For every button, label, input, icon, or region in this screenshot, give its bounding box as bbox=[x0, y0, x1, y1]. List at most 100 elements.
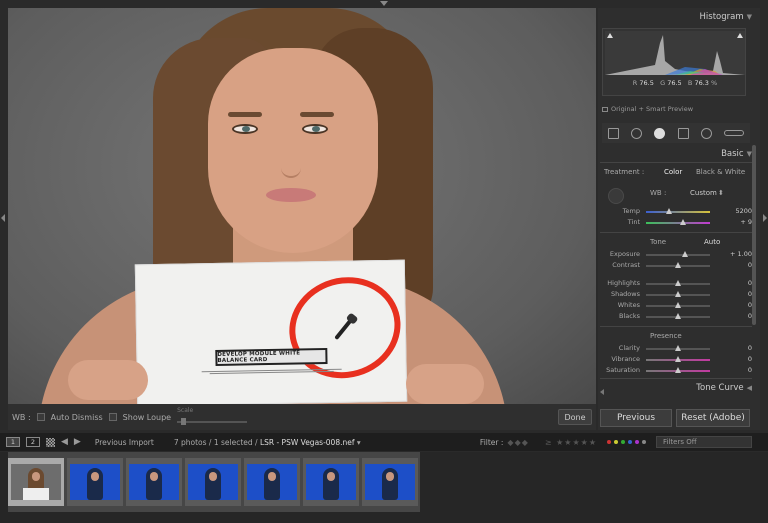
treatment-bw-option[interactable]: Black & White bbox=[696, 168, 745, 176]
red-eye-icon[interactable] bbox=[654, 127, 666, 139]
whites-thumb[interactable] bbox=[675, 302, 681, 308]
auto-dismiss-label[interactable]: Auto Dismiss bbox=[51, 413, 103, 422]
red-label-dot[interactable] bbox=[607, 440, 611, 444]
filmstrip-thumbnail[interactable] bbox=[244, 458, 300, 506]
whites-value[interactable]: 0 bbox=[722, 301, 752, 309]
top-panel-toggle-icon[interactable] bbox=[380, 1, 388, 6]
shadow-clipping-icon[interactable] bbox=[607, 33, 613, 38]
wb-preset-select[interactable]: Custom bbox=[690, 189, 717, 197]
grid-view-icon[interactable] bbox=[46, 437, 55, 447]
contrast-value[interactable]: 0 bbox=[722, 261, 752, 269]
back-arrow-icon[interactable]: ◀ bbox=[61, 437, 68, 447]
wb-eyedropper-icon[interactable] bbox=[608, 188, 624, 204]
vibrance-thumb[interactable] bbox=[675, 356, 681, 362]
radial-filter-icon[interactable] bbox=[700, 127, 712, 139]
filmstrip-thumbnail[interactable] bbox=[8, 458, 64, 506]
left-panel-toggle-icon[interactable] bbox=[1, 214, 5, 222]
basic-header[interactable]: Basic ▼ bbox=[721, 149, 752, 159]
auto-dismiss-checkbox[interactable] bbox=[36, 413, 45, 421]
yellow-label-dot[interactable] bbox=[614, 440, 618, 444]
contrast-slider-row[interactable]: Contrast 0 bbox=[598, 260, 758, 271]
filename-dropdown-icon[interactable]: ▾ bbox=[357, 438, 361, 447]
histogram-header[interactable]: Histogram ▼ bbox=[700, 12, 752, 22]
filmstrip-thumbnail[interactable] bbox=[126, 458, 182, 506]
blacks-slider-row[interactable]: Blacks 0 bbox=[598, 311, 758, 322]
tint-thumb[interactable] bbox=[680, 219, 686, 225]
scale-slider[interactable]: Scale bbox=[177, 407, 249, 427]
temp-track[interactable] bbox=[646, 211, 710, 213]
right-panel-toggle-icon[interactable] bbox=[763, 214, 767, 222]
filmstrip-thumbnail[interactable] bbox=[303, 458, 359, 506]
exposure-slider-row[interactable]: Exposure + 1.00 bbox=[598, 249, 758, 260]
scale-thumb[interactable] bbox=[181, 418, 187, 425]
vibrance-label: Vibrance bbox=[611, 355, 640, 363]
wb-select-arrow-icon[interactable]: ⬍ bbox=[718, 189, 724, 197]
show-loupe-label[interactable]: Show Loupe bbox=[123, 413, 171, 422]
exposure-track[interactable] bbox=[646, 254, 710, 256]
blacks-thumb[interactable] bbox=[675, 313, 681, 319]
shadows-thumb[interactable] bbox=[675, 291, 681, 297]
filmstrip-thumbnail[interactable] bbox=[185, 458, 241, 506]
done-button[interactable]: Done bbox=[558, 409, 592, 425]
exposure-thumb[interactable] bbox=[682, 251, 688, 257]
forward-arrow-icon[interactable]: ▶ bbox=[74, 437, 81, 447]
tint-label: Tint bbox=[627, 218, 640, 226]
filmstrip bbox=[0, 452, 768, 523]
panel-scroll-left-icon[interactable] bbox=[600, 389, 604, 395]
scale-track[interactable] bbox=[177, 421, 248, 423]
rating-filter-stars[interactable]: ≥ ★★★★★ bbox=[545, 438, 597, 447]
highlights-slider-row[interactable]: Highlights 0 bbox=[598, 278, 758, 289]
tone-curve-header[interactable]: Tone Curve ◀ bbox=[696, 383, 752, 393]
green-label-dot[interactable] bbox=[621, 440, 625, 444]
filter-label: Filter : bbox=[479, 437, 504, 447]
whites-slider-row[interactable]: Whites 0 bbox=[598, 300, 758, 311]
adjustment-brush-icon[interactable] bbox=[723, 130, 744, 136]
clarity-slider-row[interactable]: Clarity 0 bbox=[598, 343, 758, 354]
other-label-dot[interactable] bbox=[642, 440, 646, 444]
temp-value[interactable]: 5200 bbox=[722, 207, 752, 215]
monitor-2-button[interactable]: 2 bbox=[26, 437, 40, 447]
blue-label-dot[interactable] bbox=[628, 440, 632, 444]
tone-curve-expand-icon[interactable]: ◀ bbox=[747, 384, 752, 392]
collapse-triangle-icon[interactable]: ▼ bbox=[747, 13, 752, 21]
treatment-color-option[interactable]: Color bbox=[664, 168, 682, 176]
tone-auto-button[interactable]: Auto bbox=[704, 238, 720, 246]
tint-slider-row[interactable]: Tint + 9 bbox=[598, 217, 758, 228]
source-breadcrumb[interactable]: Previous Import bbox=[95, 438, 154, 447]
reset-button[interactable]: Reset (Adobe) bbox=[676, 409, 750, 427]
purple-label-dot[interactable] bbox=[635, 440, 639, 444]
tint-value[interactable]: + 9 bbox=[722, 218, 752, 226]
saturation-value[interactable]: 0 bbox=[722, 366, 752, 374]
highlights-thumb[interactable] bbox=[675, 280, 681, 286]
photo-count[interactable]: 7 photos / 1 selected / LSR - PSW Vegas-… bbox=[174, 438, 361, 447]
shadows-value[interactable]: 0 bbox=[722, 290, 752, 298]
show-loupe-checkbox[interactable] bbox=[108, 413, 117, 421]
monitor-1-button[interactable]: 1 bbox=[6, 437, 20, 447]
vibrance-value[interactable]: 0 bbox=[722, 355, 752, 363]
filmstrip-thumbnail[interactable] bbox=[362, 458, 418, 506]
filmstrip-thumbnail[interactable] bbox=[67, 458, 123, 506]
filters-off-select[interactable]: Filters Off bbox=[656, 436, 752, 448]
temp-slider-row[interactable]: Temp 5200 bbox=[598, 206, 758, 217]
crop-tool-icon[interactable] bbox=[608, 127, 620, 139]
previous-button[interactable]: Previous bbox=[600, 409, 672, 427]
spot-removal-icon[interactable] bbox=[631, 127, 643, 139]
contrast-thumb[interactable] bbox=[675, 262, 681, 268]
shadows-slider-row[interactable]: Shadows 0 bbox=[598, 289, 758, 300]
saturation-slider-row[interactable]: Saturation 0 bbox=[598, 365, 758, 376]
highlights-value[interactable]: 0 bbox=[722, 279, 752, 287]
highlight-clipping-icon[interactable] bbox=[737, 33, 743, 38]
temp-thumb[interactable] bbox=[666, 208, 672, 214]
color-label-filter[interactable] bbox=[607, 440, 646, 444]
flag-filter-icons[interactable]: ◆◆◆ bbox=[507, 438, 528, 447]
clarity-value[interactable]: 0 bbox=[722, 344, 752, 352]
blacks-value[interactable]: 0 bbox=[722, 312, 752, 320]
saturation-thumb[interactable] bbox=[675, 367, 681, 373]
graduated-filter-icon[interactable] bbox=[677, 127, 689, 139]
tint-track[interactable] bbox=[646, 222, 710, 224]
right-panel-scrollbar[interactable] bbox=[752, 145, 756, 325]
photo-canvas[interactable]: DEVELOP MODULE WHITE BALANCE CARD bbox=[8, 8, 596, 404]
clarity-thumb[interactable] bbox=[675, 345, 681, 351]
exposure-value[interactable]: + 1.00 bbox=[722, 250, 752, 258]
vibrance-slider-row[interactable]: Vibrance 0 bbox=[598, 354, 758, 365]
